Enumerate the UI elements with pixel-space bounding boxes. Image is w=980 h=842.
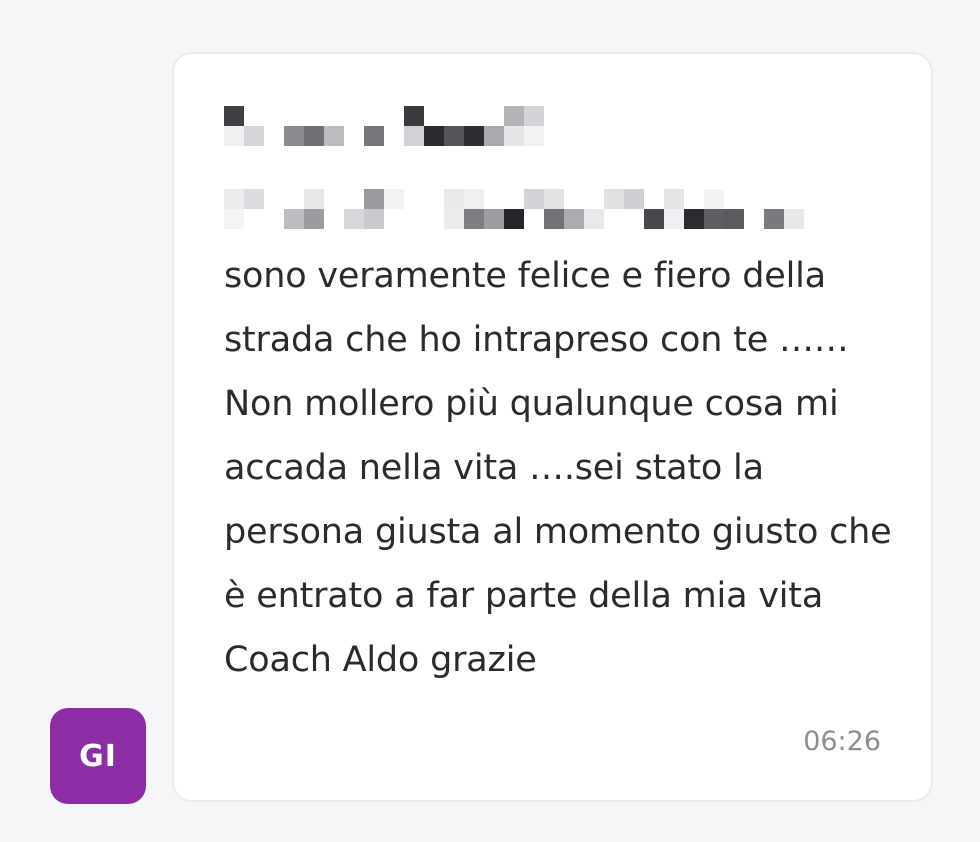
redacted-message-header [224,189,824,229]
avatar[interactable]: GI [50,708,146,804]
message-bubble: sono veramente felice e fiero della stra… [172,52,933,802]
message-timestamp: 06:26 [803,726,881,757]
message-text: sono veramente felice e fiero della stra… [224,256,892,680]
redacted-sender-name [224,106,544,146]
avatar-initials: GI [79,738,117,774]
